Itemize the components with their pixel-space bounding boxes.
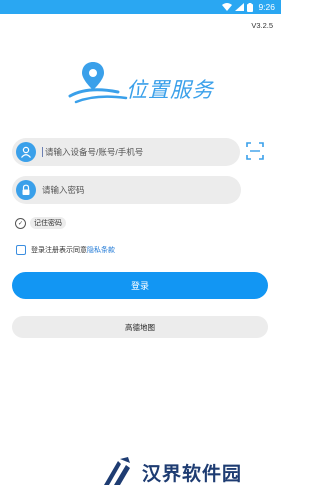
privacy-policy-link[interactable]: 隐私条款 [87,245,115,255]
account-input[interactable] [42,147,225,157]
agreement-checkbox[interactable] [16,245,26,255]
status-bar: 9:26 [0,0,281,14]
remember-password-option[interactable]: ✓ 记住密码 [15,217,66,229]
status-icons: 9:26 [222,1,275,13]
watermark-logo-icon [104,457,130,485]
signal-icon [235,3,245,11]
logo-text: 位置服务 [126,79,214,102]
watermark: 汉界软件园 [100,452,242,492]
status-time: 9:26 [258,2,275,12]
password-field[interactable] [12,176,241,204]
amap-button[interactable]: 高德地图 [12,316,268,338]
password-input[interactable] [42,185,222,195]
lock-icon [16,180,36,200]
user-icon [16,142,36,162]
remember-label: 记住密码 [30,217,66,229]
agreement-option[interactable]: 登录注册表示同意 隐私条款 [16,244,115,256]
remember-checkbox[interactable]: ✓ [15,217,26,229]
app-logo: 位置服务 [68,58,218,108]
wifi-icon [222,3,233,11]
scan-icon[interactable] [246,142,264,160]
battery-icon [247,2,254,12]
agreement-text: 登录注册表示同意 [31,247,87,254]
app-version: V3.2.5 [251,21,273,30]
watermark-text: 汉界软件园 [142,463,243,485]
login-button[interactable]: 登录 [12,272,268,299]
account-field[interactable] [12,138,240,166]
